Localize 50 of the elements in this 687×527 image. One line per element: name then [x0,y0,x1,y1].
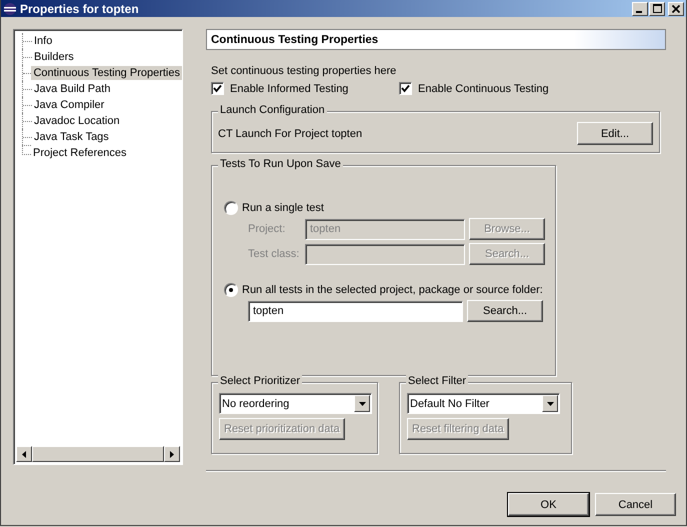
dropdown[interactable]: No reordering [219,393,372,414]
close-button[interactable] [668,2,684,16]
field-label: Project: [248,223,286,235]
launch-configuration-name: CT Launch For Project topten [218,128,362,140]
right-arrow-icon [170,450,174,458]
radio-label: Run a single test [242,202,324,214]
caret-icon [358,402,366,406]
app-icon [3,2,17,16]
input-field[interactable]: topten [248,300,463,322]
dropdown-arrow-button[interactable] [354,395,370,412]
checkbox-label: Enable Continuous Testing [418,82,549,94]
scroll-left-button[interactable] [16,446,32,462]
tree-item[interactable]: Continuous Testing Properties [31,66,182,80]
edit-button[interactable]: Edit... [577,122,653,145]
group-label: Select Prioritizer [218,375,302,387]
description-text: Set continuous testing properties here [211,65,398,77]
search-button[interactable]: Search... [467,300,543,322]
tree-item[interactable]: Java Build Path [32,82,112,96]
radio-button[interactable] [224,201,238,215]
maximize-icon [652,4,662,13]
group-label: Tests To Run Upon Save [218,158,343,170]
checkbox[interactable] [211,82,224,95]
minimize-icon [636,10,642,12]
checkbox[interactable] [399,82,412,95]
window-title: Properties for topten [20,2,140,16]
group-label: Launch Configuration [218,104,327,116]
radio-label: Run all tests in the selected project, package or source folder: [242,284,543,296]
scroll-right-button[interactable] [164,446,180,462]
tree-item[interactable]: Info [32,34,54,48]
minimize-button[interactable] [632,2,648,16]
field-label: Test class: [248,248,300,260]
dropdown-arrow-button[interactable] [542,395,558,412]
tree-item[interactable]: Builders [32,50,76,64]
left-arrow-icon [22,450,26,458]
dialog-button[interactable]: OK [508,493,589,516]
page-title: Continuous Testing Properties [206,29,666,50]
close-icon [672,4,680,12]
tree-item[interactable]: Javadoc Location [32,114,122,128]
dialog-button[interactable]: Cancel [595,493,676,516]
maximize-button[interactable] [649,2,665,16]
checkbox-label: Enable Informed Testing [230,82,348,94]
caret-icon [546,402,554,406]
radio-button[interactable] [224,283,238,297]
group-label: Select Filter [406,375,468,387]
checkmark-icon [401,84,410,93]
checkmark-icon [213,84,222,93]
tree-item[interactable]: Project References [31,146,129,160]
dropdown[interactable]: Default No Filter [407,393,560,414]
tree-item[interactable]: Java Compiler [32,98,106,112]
tree-item[interactable]: Java Task Tags [32,130,111,144]
